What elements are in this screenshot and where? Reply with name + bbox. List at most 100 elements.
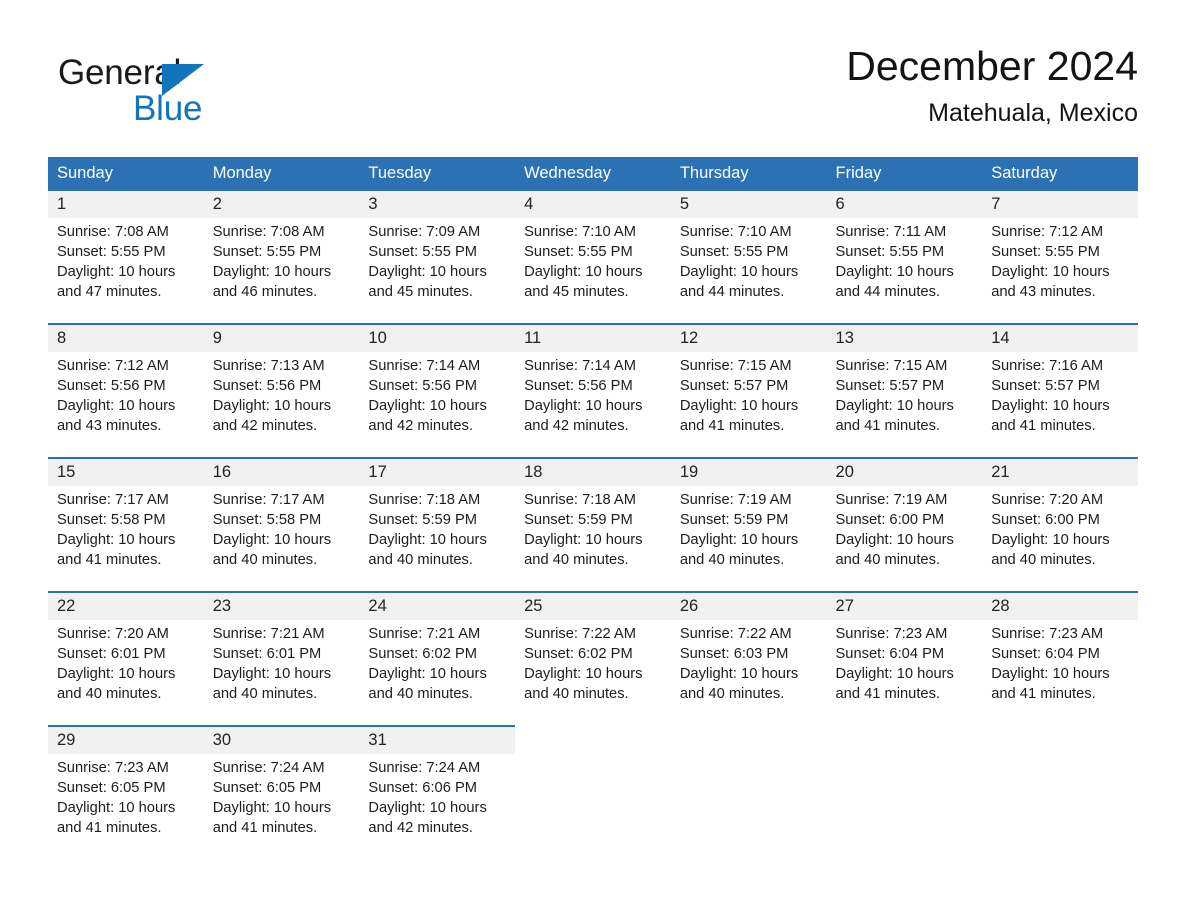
day-cell[interactable]: Sunrise: 7:16 AM Sunset: 5:57 PM Dayligh…	[982, 352, 1138, 458]
title-block: December 2024 Matehuala, Mexico	[846, 40, 1138, 130]
day-number[interactable]: 25	[515, 591, 671, 620]
weekday-header-monday: Monday	[203, 157, 360, 191]
day-cell[interactable]: Sunrise: 7:21 AM Sunset: 6:01 PM Dayligh…	[203, 620, 360, 726]
daylight-text-line1: Daylight: 10 hours	[368, 666, 487, 682]
day-number[interactable]: 21	[982, 457, 1138, 486]
day-cell[interactable]: Sunrise: 7:24 AM Sunset: 6:06 PM Dayligh…	[359, 754, 516, 860]
sunrise-text: Sunrise: 7:15 AM	[679, 358, 792, 374]
day-cell[interactable]: Sunrise: 7:20 AM Sunset: 6:01 PM Dayligh…	[48, 620, 204, 726]
day-cell[interactable]: Sunrise: 7:12 AM Sunset: 5:56 PM Dayligh…	[48, 352, 204, 458]
day-number[interactable]: 26	[670, 591, 827, 620]
day-number[interactable]: 11	[515, 323, 671, 352]
empty-day-cell	[826, 754, 983, 860]
daylight-text-line1: Daylight: 10 hours	[835, 532, 954, 548]
day-cell[interactable]: Sunrise: 7:17 AM Sunset: 5:58 PM Dayligh…	[48, 486, 204, 592]
sunset-text: Sunset: 5:58 PM	[212, 512, 322, 528]
day-number[interactable]: 4	[515, 191, 671, 218]
sunset-text: Sunset: 5:56 PM	[57, 378, 166, 394]
page-title: December 2024	[846, 43, 1138, 89]
sunrise-text: Sunrise: 7:15 AM	[835, 358, 948, 374]
day-number[interactable]: 2	[203, 191, 360, 218]
daylight-text-line1: Daylight: 10 hours	[57, 800, 176, 816]
day-number[interactable]: 9	[203, 323, 360, 352]
day-cell[interactable]: Sunrise: 7:14 AM Sunset: 5:56 PM Dayligh…	[359, 352, 516, 458]
day-cell[interactable]: Sunrise: 7:18 AM Sunset: 5:59 PM Dayligh…	[359, 486, 516, 592]
daylight-text-line2: and 47 minutes.	[57, 284, 162, 300]
weekday-header-row: Sunday Monday Tuesday Wednesday Thursday…	[48, 157, 1138, 191]
daylight-text-line2: and 40 minutes.	[835, 552, 941, 568]
day-number[interactable]: 16	[203, 457, 360, 486]
day-number[interactable]: 24	[359, 591, 516, 620]
day-cell[interactable]: Sunrise: 7:11 AM Sunset: 5:55 PM Dayligh…	[826, 218, 983, 324]
day-cell[interactable]: Sunrise: 7:10 AM Sunset: 5:55 PM Dayligh…	[670, 218, 827, 324]
day-number[interactable]: 29	[48, 725, 204, 754]
day-number[interactable]: 6	[826, 191, 983, 218]
sunset-text: Sunset: 6:05 PM	[212, 780, 322, 796]
day-cell[interactable]: Sunrise: 7:17 AM Sunset: 5:58 PM Dayligh…	[203, 486, 360, 592]
day-number[interactable]: 27	[826, 591, 983, 620]
day-cell[interactable]: Sunrise: 7:10 AM Sunset: 5:55 PM Dayligh…	[515, 218, 671, 324]
day-number[interactable]: 5	[670, 191, 827, 218]
sunset-text: Sunset: 5:55 PM	[368, 244, 477, 260]
calendar-header-row-group: Sunday Monday Tuesday Wednesday Thursday…	[48, 157, 1138, 191]
day-cell[interactable]: Sunrise: 7:23 AM Sunset: 6:05 PM Dayligh…	[48, 754, 204, 860]
daylight-text-line2: and 40 minutes.	[524, 686, 629, 702]
day-cell[interactable]: Sunrise: 7:09 AM Sunset: 5:55 PM Dayligh…	[359, 218, 516, 324]
day-cell[interactable]: Sunrise: 7:15 AM Sunset: 5:57 PM Dayligh…	[826, 352, 983, 458]
day-number[interactable]: 19	[670, 457, 827, 486]
day-number[interactable]: 30	[203, 725, 360, 754]
day-number[interactable]: 13	[826, 323, 983, 352]
day-cell[interactable]: Sunrise: 7:21 AM Sunset: 6:02 PM Dayligh…	[359, 620, 516, 726]
daylight-text-line2: and 40 minutes.	[991, 552, 1096, 568]
sunrise-text: Sunrise: 7:18 AM	[368, 492, 481, 508]
day-detail-row: Sunrise: 7:20 AM Sunset: 6:01 PM Dayligh…	[48, 620, 1138, 726]
day-cell[interactable]: Sunrise: 7:15 AM Sunset: 5:57 PM Dayligh…	[670, 352, 827, 458]
day-number[interactable]: 14	[982, 323, 1138, 352]
day-number[interactable]: 31	[359, 725, 516, 754]
day-number[interactable]: 22	[48, 591, 204, 620]
sunrise-text: Sunrise: 7:13 AM	[212, 358, 325, 374]
day-number[interactable]: 12	[670, 323, 827, 352]
day-cell[interactable]: Sunrise: 7:12 AM Sunset: 5:55 PM Dayligh…	[982, 218, 1138, 324]
day-cell[interactable]: Sunrise: 7:23 AM Sunset: 6:04 PM Dayligh…	[826, 620, 983, 726]
daylight-text-line2: and 40 minutes.	[368, 552, 473, 568]
day-number[interactable]: 17	[359, 457, 516, 486]
daylight-text-line1: Daylight: 10 hours	[679, 532, 799, 548]
daylight-text-line2: and 41 minutes.	[835, 686, 941, 702]
day-number[interactable]: 10	[359, 323, 516, 352]
sunset-text: Sunset: 6:04 PM	[991, 646, 1100, 662]
day-number[interactable]: 20	[826, 457, 983, 486]
day-cell[interactable]: Sunrise: 7:08 AM Sunset: 5:55 PM Dayligh…	[48, 218, 204, 324]
day-number[interactable]: 3	[359, 191, 516, 218]
sunrise-text: Sunrise: 7:22 AM	[524, 626, 636, 642]
day-cell[interactable]: Sunrise: 7:18 AM Sunset: 5:59 PM Dayligh…	[515, 486, 671, 592]
day-cell[interactable]: Sunrise: 7:23 AM Sunset: 6:04 PM Dayligh…	[982, 620, 1138, 726]
day-cell[interactable]: Sunrise: 7:14 AM Sunset: 5:56 PM Dayligh…	[515, 352, 671, 458]
day-detail-row: Sunrise: 7:12 AM Sunset: 5:56 PM Dayligh…	[48, 352, 1138, 458]
day-cell[interactable]: Sunrise: 7:24 AM Sunset: 6:05 PM Dayligh…	[203, 754, 360, 860]
day-number[interactable]: 7	[982, 191, 1138, 218]
sunset-text: Sunset: 6:02 PM	[524, 646, 633, 662]
day-number[interactable]: 23	[203, 591, 360, 620]
day-number[interactable]: 28	[982, 591, 1138, 620]
day-cell[interactable]: Sunrise: 7:08 AM Sunset: 5:55 PM Dayligh…	[203, 218, 360, 324]
day-cell[interactable]: Sunrise: 7:22 AM Sunset: 6:02 PM Dayligh…	[515, 620, 671, 726]
empty-day-cell	[982, 726, 1138, 754]
sunset-text: Sunset: 5:55 PM	[679, 244, 789, 260]
daylight-text-line1: Daylight: 10 hours	[57, 532, 176, 548]
day-cell[interactable]: Sunrise: 7:19 AM Sunset: 5:59 PM Dayligh…	[670, 486, 827, 592]
daylight-text-line2: and 40 minutes.	[679, 552, 785, 568]
day-number[interactable]: 8	[48, 323, 204, 352]
daylight-text-line2: and 44 minutes.	[679, 284, 785, 300]
day-cell[interactable]: Sunrise: 7:19 AM Sunset: 6:00 PM Dayligh…	[826, 486, 983, 592]
daylight-text-line1: Daylight: 10 hours	[679, 666, 799, 682]
day-cell[interactable]: Sunrise: 7:20 AM Sunset: 6:00 PM Dayligh…	[982, 486, 1138, 592]
day-cell[interactable]: Sunrise: 7:22 AM Sunset: 6:03 PM Dayligh…	[670, 620, 827, 726]
daylight-text-line2: and 42 minutes.	[368, 418, 473, 434]
day-number[interactable]: 18	[515, 457, 671, 486]
day-cell[interactable]: Sunrise: 7:13 AM Sunset: 5:56 PM Dayligh…	[203, 352, 360, 458]
daylight-text-line1: Daylight: 10 hours	[524, 666, 643, 682]
day-number[interactable]: 15	[48, 457, 204, 486]
day-number[interactable]: 1	[48, 191, 204, 218]
daylight-text-line2: and 45 minutes.	[368, 284, 473, 300]
